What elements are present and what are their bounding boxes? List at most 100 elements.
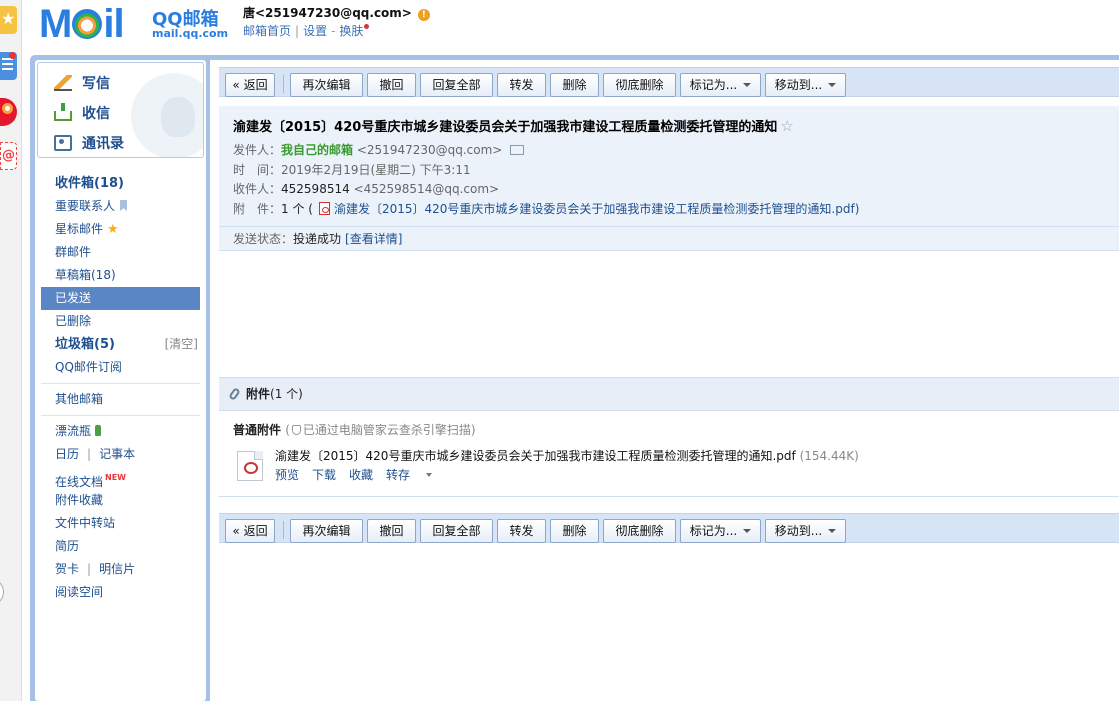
move-to-label: 移动到... — [774, 78, 823, 92]
folder-deleted[interactable]: 已删除 — [35, 310, 206, 333]
contacts-button[interactable]: 通讯录 — [54, 131, 124, 155]
attachment-file: 渝建发〔2015〕420号重庆市城乡建设委员会关于加强我市建设工程质量检测委托管… — [275, 447, 859, 464]
delete-permanently-button[interactable]: 彻底删除 — [603, 73, 676, 97]
move-to-dropdown[interactable]: 移动到... — [765, 73, 846, 97]
folder-vip-label: 重要联系人 — [55, 199, 116, 213]
clear-spam-link[interactable]: [清空] — [165, 333, 198, 356]
app-file-transfer[interactable]: 文件中转站 — [35, 512, 206, 535]
save-to-label: 转存 — [386, 468, 411, 482]
move-to-dropdown[interactable]: 移动到... — [765, 519, 846, 543]
nav-skin-link[interactable]: 换肤 — [339, 24, 363, 38]
attachments-title: 附件 — [246, 387, 271, 401]
dock-toggle-handle[interactable] — [0, 578, 4, 606]
folder-spam[interactable]: 垃圾箱(5) [清空] — [35, 333, 206, 356]
contact-card-icon — [54, 135, 72, 151]
recall-button[interactable]: 撤回 — [367, 73, 416, 97]
write-button[interactable]: 写信 — [54, 71, 110, 95]
attachment-link[interactable]: 渝建发〔2015〕420号重庆市城乡建设委员会关于加强我市建设工程质量检测委托管… — [334, 202, 859, 216]
pipe-separator: | — [87, 447, 92, 461]
at-icon[interactable]: @ — [0, 142, 17, 170]
folder-starred[interactable]: 星标邮件 ★ — [35, 218, 206, 241]
app-postcard[interactable]: 明信片 — [99, 562, 135, 576]
new-badge: NEW — [105, 473, 126, 482]
app-resume[interactable]: 简历 — [35, 535, 206, 558]
attachments-body: 普通附件 (已通过电脑管家云查杀引擎扫描) 渝建发〔2015〕420号重庆市城乡… — [219, 411, 1119, 497]
reply-all-button[interactable]: 回复全部 — [420, 519, 493, 543]
attachment-label: 附 件： — [233, 202, 282, 216]
nav-home-link[interactable]: 邮箱首页 — [243, 24, 291, 38]
mark-as-dropdown[interactable]: 标记为... — [680, 519, 761, 543]
app-bottle[interactable]: 漂流瓶 — [35, 420, 206, 443]
star-icon[interactable]: ★ — [0, 6, 17, 34]
logo-domain: mail.qq.com — [152, 27, 229, 40]
app-docs[interactable]: 在线文档 NEW — [35, 466, 206, 489]
nav-separator: | — [295, 24, 300, 38]
app-calendar[interactable]: 日历 — [55, 447, 79, 461]
status-label: 发送状态： — [233, 232, 294, 246]
mail-header: 渝建发〔2015〕420号重庆市城乡建设委员会关于加强我市建设工程质量检测委托管… — [219, 106, 1119, 251]
contact-card-icon[interactable] — [510, 145, 525, 155]
pipe-separator: | — [87, 562, 92, 576]
contacts-label: 通讯录 — [82, 136, 124, 152]
preview-link[interactable]: 预览 — [275, 468, 299, 482]
status-detail-link[interactable]: [查看详情] — [345, 232, 402, 246]
folder-inbox[interactable]: 收件箱(18) — [35, 172, 206, 195]
folder-list: 收件箱(18) 重要联系人 星标邮件 ★ 群邮件 草稿箱(18) 已发送 已删除 … — [35, 172, 206, 604]
forward-button[interactable]: 转发 — [497, 519, 546, 543]
reedit-button[interactable]: 再次编辑 — [290, 519, 363, 543]
download-link[interactable]: 下载 — [312, 468, 336, 482]
shield-icon — [291, 425, 301, 435]
back-button[interactable]: « 返回 — [225, 73, 275, 97]
reedit-button[interactable]: 再次编辑 — [290, 73, 363, 97]
paperclip-icon — [228, 387, 241, 401]
mark-as-dropdown[interactable]: 标记为... — [680, 73, 761, 97]
folder-sent[interactable]: 已发送 — [41, 287, 200, 310]
folder-group[interactable]: 群邮件 — [35, 241, 206, 264]
delete-button[interactable]: 删除 — [550, 73, 599, 97]
to-row: 收件人：452598514 <452598514@qq.com> — [233, 180, 499, 197]
nav-settings-link[interactable]: 设置 — [303, 24, 327, 38]
weibo-icon[interactable] — [0, 98, 17, 126]
write-label: 写信 — [82, 76, 110, 92]
pencil-icon — [54, 75, 72, 91]
reply-all-button[interactable]: 回复全部 — [420, 73, 493, 97]
receive-label: 收信 — [82, 106, 110, 122]
folder-vip[interactable]: 重要联系人 — [35, 195, 206, 218]
app-reading[interactable]: 阅读空间 — [35, 581, 206, 604]
pdf-file-icon[interactable] — [237, 451, 263, 481]
folder-drafts[interactable]: 草稿箱(18) — [35, 264, 206, 287]
folder-other[interactable]: 其他邮箱 — [35, 388, 206, 411]
to-name[interactable]: 452598514 — [281, 182, 350, 196]
user-account: 唐<251947230@qq.com>! — [243, 4, 430, 21]
recall-button[interactable]: 撤回 — [367, 519, 416, 543]
save-to-dropdown[interactable]: 转存 — [386, 468, 445, 482]
chevron-down-icon — [828, 83, 837, 87]
delete-button[interactable]: 删除 — [550, 519, 599, 543]
delete-permanently-button[interactable]: 彻底删除 — [603, 519, 676, 543]
divider — [41, 415, 200, 416]
from-address: <251947230@qq.com> — [356, 143, 503, 157]
logo-mark: Mil — [39, 2, 125, 46]
attachment-file-name[interactable]: 渝建发〔2015〕420号重庆市城乡建设委员会关于加强我市建设工程质量检测委托管… — [275, 449, 796, 463]
normal-attachment-label: 普通附件 — [233, 423, 282, 437]
scan-note: (已通过电脑管家云查杀引擎扫描) — [285, 423, 475, 437]
app-calendar-notes: 日历 | 记事本 — [35, 443, 206, 466]
scan-text: 已通过电脑管家云查杀引擎扫描) — [302, 423, 476, 437]
app-notes[interactable]: 记事本 — [99, 447, 135, 461]
star-icon: ★ — [107, 222, 119, 237]
from-name[interactable]: 我自己的邮箱 — [281, 143, 353, 157]
receive-button[interactable]: 收信 — [54, 101, 110, 125]
forward-button[interactable]: 转发 — [497, 73, 546, 97]
bookmark-icon — [120, 200, 128, 211]
folder-starred-label: 星标邮件 — [55, 222, 104, 236]
collect-link[interactable]: 收藏 — [349, 468, 373, 482]
back-button[interactable]: « 返回 — [225, 519, 275, 543]
app-attachment-favorites[interactable]: 附件收藏 — [35, 489, 206, 512]
app-card[interactable]: 贺卡 — [55, 562, 79, 576]
warning-icon[interactable]: ! — [417, 9, 430, 21]
logo[interactable]: Mil QQ邮箱 mail.qq.com — [39, 2, 239, 46]
attachment-actions: 预览 下载 收藏 转存 — [275, 466, 458, 483]
star-outline-icon[interactable]: ☆ — [780, 117, 793, 135]
folder-subscription[interactable]: QQ邮件订阅 — [35, 356, 206, 379]
toolbar-divider — [283, 521, 284, 539]
